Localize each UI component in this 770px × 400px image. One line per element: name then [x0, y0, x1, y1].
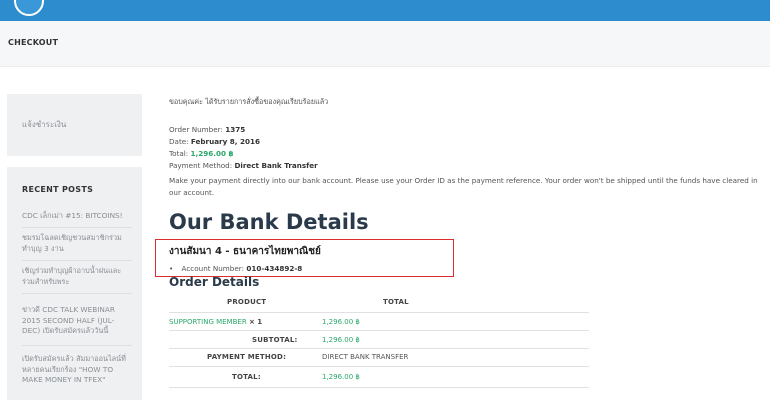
divider [169, 330, 589, 331]
divider [169, 312, 589, 313]
table-header-row: PRODUCT TOTAL [169, 298, 589, 316]
order-date-line: Date: February 8, 2016 [169, 137, 260, 146]
order-number-value: 1375 [225, 125, 246, 134]
item-total: 1,296.00 ฿ [322, 318, 360, 326]
payment-method-row-label: PAYMENT METHOD: [207, 353, 287, 361]
grand-total-value: 1,296.00 ฿ [322, 373, 360, 381]
order-number-line: Order Number: 1375 [169, 125, 245, 134]
subtotal-label: SUBTOTAL: [252, 336, 298, 344]
sidebar-links-widget: แจ้งชำระเงิน [7, 94, 142, 156]
product-quantity: × 1 [248, 318, 263, 326]
grand-total-label: TOTAL: [232, 373, 261, 381]
recent-post-link[interactable]: CDC เล็กเม่า #15: BITCOINS! [22, 211, 132, 222]
divider [22, 293, 132, 294]
divider [169, 348, 589, 349]
account-number-label: Account Number: [181, 264, 245, 273]
recent-posts-title: RECENT POSTS [22, 185, 94, 194]
recent-posts-widget: RECENT POSTS CDC เล็กเม่า #15: BITCOINS!… [7, 167, 142, 400]
recent-post-link[interactable]: ชมรมโฉลดเชิญชวนสมาชิกร่วมทำบุญ 3 งาน [22, 233, 132, 254]
payment-method-line: Payment Method: Direct Bank Transfer [169, 161, 318, 170]
account-number-value: 010-434892-8 [246, 264, 303, 273]
subtotal-value: 1,296.00 ฿ [322, 336, 360, 344]
bank-name: งานสัมนา 4 - ธนาคารไทยพาณิชย์ [169, 246, 321, 257]
site-logo[interactable] [14, 0, 44, 16]
divider [22, 227, 132, 228]
order-date-label: Date: [169, 137, 189, 146]
divider [22, 260, 132, 261]
table-row: SUBTOTAL: 1,296.00 ฿ [169, 336, 589, 354]
divider [169, 387, 589, 388]
bank-details-heading: Our Bank Details [169, 210, 369, 234]
order-total-value: 1,296.00 ฿ [190, 149, 234, 158]
product-link[interactable]: SUPPORTING MEMBER [169, 318, 247, 326]
bullet-icon: • [169, 264, 174, 273]
payment-method-value: Direct Bank Transfer [234, 161, 318, 170]
column-header-total: TOTAL [383, 298, 409, 306]
table-row: PAYMENT METHOD: DIRECT BANK TRANSFER [169, 353, 589, 371]
thank-you-message: ขอบคุณค่ะ ได้รับรายการสั่งซื้อของคุณเรีย… [169, 97, 329, 106]
order-number-label: Order Number: [169, 125, 223, 134]
order-total-line: Total: 1,296.00 ฿ [169, 149, 234, 158]
order-date-value: February 8, 2016 [190, 137, 261, 146]
account-number-item: • Account Number: 010-434892-8 [169, 264, 302, 273]
recent-post-link[interactable]: เปิดรับสมัครแล้ว สัมมาออนไลน์ที่หลายคนเร… [22, 354, 132, 386]
page-title: CHECKOUT [8, 38, 59, 47]
payment-method-row-value: DIRECT BANK TRANSFER [322, 353, 409, 361]
payment-method-label: Payment Method: [169, 161, 233, 170]
column-header-product: PRODUCT [227, 298, 267, 306]
recent-post-link[interactable]: เชิญร่วมทำบุญผ้าอาบน้ำฝนและร่วมสำหรับพระ [22, 266, 132, 287]
divider [169, 366, 589, 367]
table-row: TOTAL: 1,296.00 ฿ [169, 373, 589, 391]
checkout-main: ขอบคุณค่ะ ได้รับรายการสั่งซื้อของคุณเรีย… [155, 0, 764, 400]
payment-notify-link[interactable]: แจ้งชำระเงิน [22, 118, 66, 131]
order-details-heading: Order Details [169, 275, 260, 289]
recent-post-link[interactable]: ข่าวดี CDC TALK WEBINAR 2015 SECOND HALF… [22, 305, 132, 337]
payment-instructions: Make your payment directly into our bank… [169, 176, 758, 197]
table-row: SUPPORTING MEMBER × 1 1,296.00 ฿ [169, 318, 589, 336]
order-item: SUPPORTING MEMBER × 1 [169, 318, 262, 326]
order-total-label: Total: [169, 149, 189, 158]
divider [22, 345, 132, 346]
